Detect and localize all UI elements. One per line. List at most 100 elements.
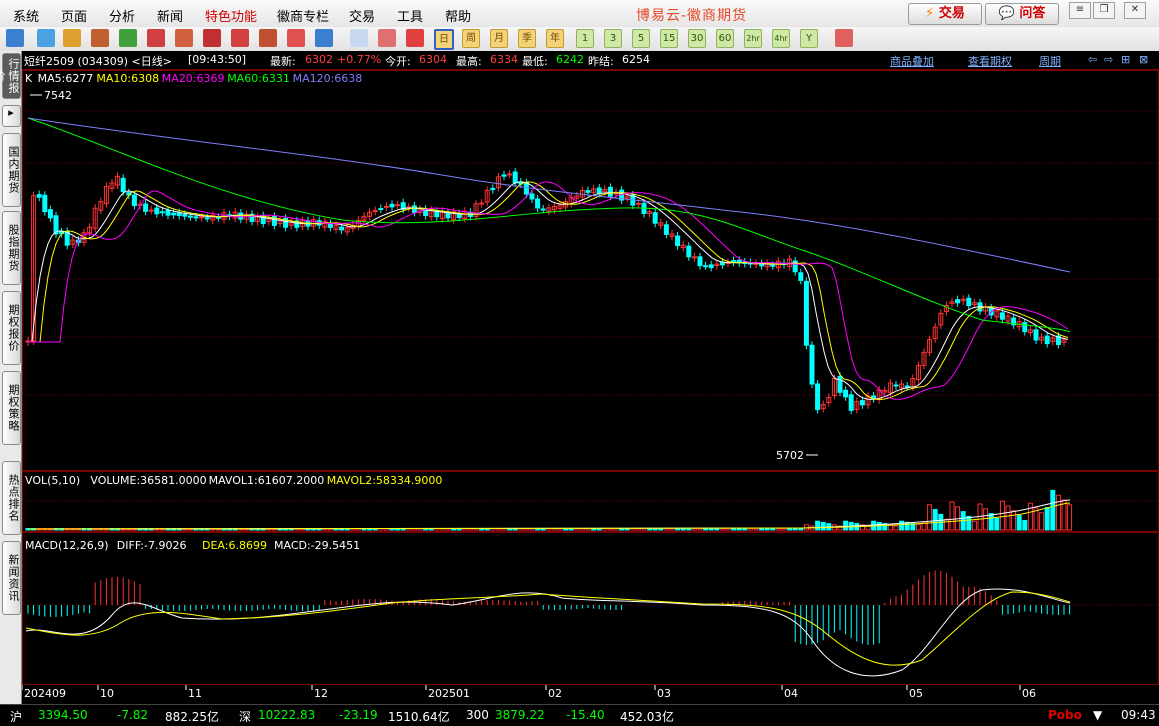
volume-bar [770,528,776,531]
side-tab-news[interactable]: 新闻资讯 [2,541,21,615]
period-quarter[interactable]: 季 [518,29,536,48]
period-5min[interactable]: 5 [632,29,650,48]
period-day[interactable]: 日 [434,29,454,50]
period-15min[interactable]: 15 [660,29,678,48]
volume-bar [669,528,675,531]
menu-trade[interactable]: 交易 [349,6,375,25]
ma-legend-3: MA20:6369 [162,72,225,85]
menu-system[interactable]: 系统 [13,6,39,25]
macd-legend-2: DEA:6.8699 [202,539,267,552]
candle-body [143,203,149,212]
side-tab-domestic-futures[interactable]: 国内期货 [2,133,21,207]
settings-icon[interactable] [835,29,853,47]
candle-body [893,384,899,387]
volume-bar [792,528,798,531]
toolbar: 日 周 月 季 年 1 3 5 15 30 60 2hr 4hr Y [0,27,1159,52]
candle-body [199,216,205,219]
tick-icon[interactable] [406,29,424,47]
window-icon[interactable] [203,29,221,47]
menu-special[interactable]: 特色功能 [205,6,257,25]
volume-bar [630,528,636,531]
maximize-icon[interactable]: ⊞ [1121,53,1130,66]
period-link[interactable]: 周期 [1039,53,1061,69]
refresh-icon[interactable] [119,29,137,47]
side-tab-index-futures[interactable]: 股指期货 [2,211,21,285]
period-3min[interactable]: 3 [604,29,622,48]
period-60min[interactable]: 60 [716,29,734,48]
volume-bar [731,528,737,531]
quote-time: [09:43:50] [188,53,246,66]
menu-icon[interactable]: ≡ [1069,2,1091,19]
zoom-in-icon[interactable] [147,29,165,47]
home-icon[interactable] [37,29,55,47]
candle-body [378,208,384,211]
tools-icon[interactable] [259,29,277,47]
table-icon[interactable] [350,29,368,47]
side-tab-quotes[interactable]: 行情报价 [0,53,21,99]
i300-label: 300 [466,708,489,722]
price-change: +0.77% [337,53,382,66]
period-week[interactable]: 周 [462,29,480,48]
menu-news[interactable]: 新闻 [157,6,183,25]
volume-bar [815,520,821,531]
menu-page[interactable]: 页面 [61,6,87,25]
side-tab-option-quotes[interactable]: 期权报价 [2,291,21,365]
period-month[interactable]: 月 [490,29,508,48]
close-panel-icon[interactable]: ⊠ [1139,53,1148,66]
trade-button[interactable]: ⚡ 交易 [908,3,982,25]
period-y[interactable]: Y [800,29,818,48]
candle-body [171,212,177,216]
menu-help[interactable]: 帮助 [445,6,471,25]
menu-column[interactable]: 徽商专栏 [277,6,329,25]
side-tab-arrow[interactable]: ▸ [2,105,21,127]
zoom-out-icon[interactable] [175,29,193,47]
period-2hr[interactable]: 2hr [744,29,762,48]
volume-bar [904,521,910,531]
restore-icon[interactable]: ❐ [1093,2,1115,19]
side-tab-option-strategy[interactable]: 期权策略 [2,371,21,445]
filter-icon[interactable] [287,29,305,47]
menu-analysis[interactable]: 分析 [109,6,135,25]
candle-body [904,385,910,388]
menu-tools[interactable]: 工具 [397,6,423,25]
volume-bar [820,521,826,531]
candle-body [182,214,188,217]
kline-chart[interactable]: K MA5:6277 MA10:6308 MA20:6369 MA60:6331 MA12… [21,70,1159,704]
back-icon[interactable] [6,29,24,47]
i300-value: 3879.22 [495,708,545,722]
period-30min[interactable]: 30 [688,29,706,48]
period-4hr[interactable]: 4hr [772,29,790,48]
candle-body [389,203,395,208]
stack-icon[interactable] [63,29,81,47]
volume-bar [781,528,787,531]
options-link[interactable]: 查看期权 [968,53,1012,69]
candle-body [955,299,961,304]
candle-body [523,182,529,195]
candle-body [445,212,451,219]
signal-icon: ▼ [1093,708,1103,722]
x-label-10: 10 [100,687,114,700]
candle-body [529,193,535,200]
period-year[interactable]: 年 [546,29,564,48]
volume-bar [943,518,949,531]
side-tab-hot-rank[interactable]: 热点排名 [2,461,21,535]
period-1min[interactable]: 1 [576,29,594,48]
draw-icon[interactable] [231,29,249,47]
volume-bar [899,520,905,531]
last-price: 6302 [305,53,333,66]
candle-body [697,256,703,267]
candle-body [1044,335,1050,345]
new-icon[interactable] [315,29,333,47]
close-icon[interactable]: ✕ [1124,2,1146,19]
arrow-right-icon[interactable]: ⇨ [1104,53,1113,66]
prev-label: 昨结: [588,55,614,68]
overlay-link[interactable]: 商品叠加 [890,53,934,69]
volume-bar [680,528,686,531]
candle-body [848,394,854,411]
volume-bar [736,528,742,531]
ask-button[interactable]: 💬 问答 [985,3,1059,25]
line-chart-icon[interactable] [378,29,396,47]
arrow-left-icon[interactable]: ⇦ [1088,53,1097,66]
chart-type-icon[interactable] [91,29,109,47]
chart-area[interactable]: K MA5:6277 MA10:6308 MA20:6369 MA60:6331 MA12… [21,70,1159,704]
